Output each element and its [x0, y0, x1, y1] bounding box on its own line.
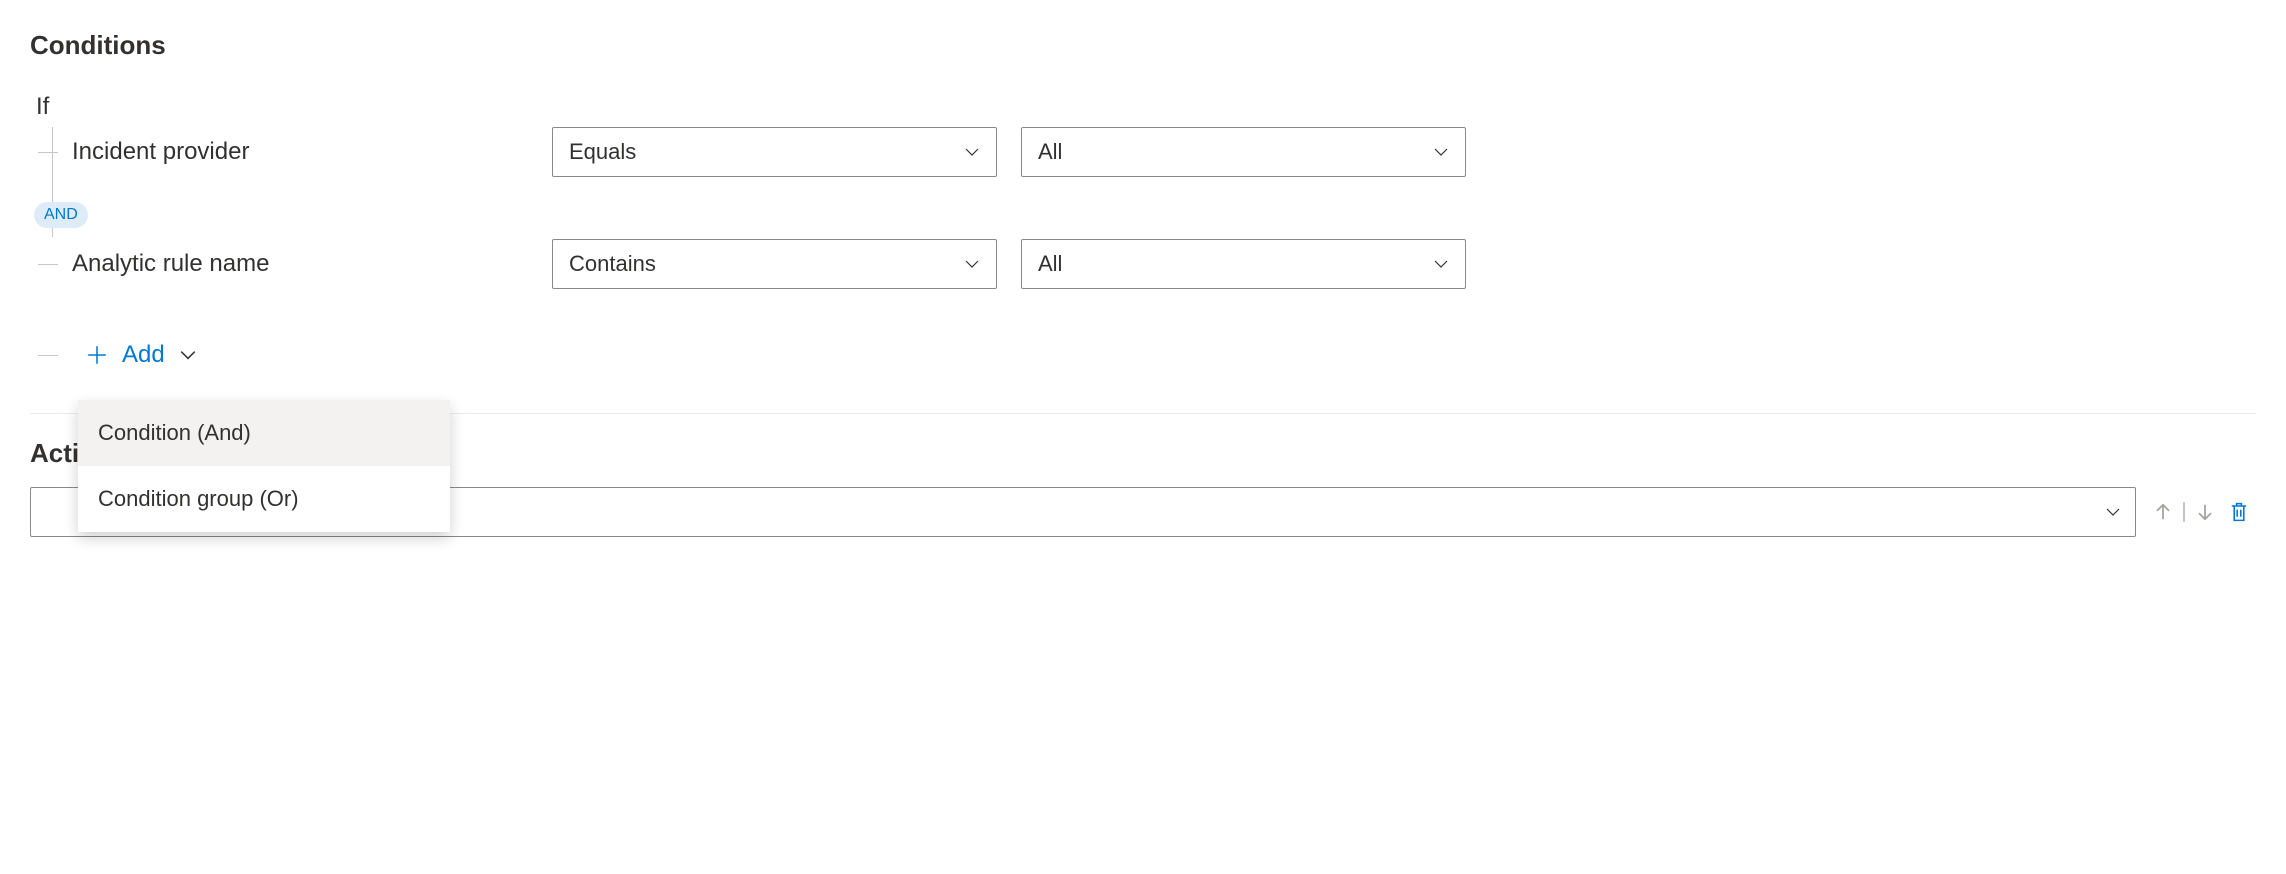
chevron-down-icon	[1433, 256, 1449, 272]
add-menu: Condition (And) Condition group (Or)	[78, 400, 450, 532]
operator-select[interactable]: Contains	[552, 239, 997, 289]
condition-selects: Equals All	[552, 127, 1466, 177]
action-icons	[2146, 495, 2256, 529]
menu-item-condition-and[interactable]: Condition (And)	[78, 400, 450, 466]
chevron-down-icon	[964, 256, 980, 272]
operator-select[interactable]: Equals	[552, 127, 997, 177]
move-up-button[interactable]	[2146, 495, 2180, 529]
operator-value: Contains	[569, 251, 656, 277]
and-badge: AND	[34, 202, 88, 228]
conditions-heading: Conditions	[30, 30, 2256, 61]
add-label: Add	[122, 341, 165, 369]
chevron-down-icon	[2105, 504, 2121, 520]
tree-tick	[38, 152, 58, 153]
move-down-button[interactable]	[2188, 495, 2222, 529]
chevron-down-icon	[1433, 144, 1449, 160]
conditions-block: AND Incident provider Equals All Analyti…	[44, 127, 2256, 369]
chevron-down-icon	[964, 144, 980, 160]
menu-item-condition-group-or[interactable]: Condition group (Or)	[78, 466, 450, 532]
operator-value: Equals	[569, 139, 636, 165]
if-label: If	[36, 93, 2256, 121]
plus-icon	[86, 344, 108, 366]
condition-selects: Contains All	[552, 239, 1466, 289]
value-value: All	[1038, 139, 1062, 165]
delete-button[interactable]	[2222, 495, 2256, 529]
chevron-down-icon	[179, 346, 197, 364]
condition-row: Analytic rule name Contains All	[44, 239, 2256, 289]
value-select[interactable]: All	[1021, 239, 1466, 289]
condition-row: Incident provider Equals All	[44, 127, 2256, 177]
value-value: All	[1038, 251, 1062, 277]
condition-label: Incident provider	[72, 138, 552, 166]
separator-icon	[2180, 495, 2188, 529]
add-row: Add	[44, 341, 2256, 369]
tree-tick	[38, 355, 58, 356]
tree-tick	[38, 264, 58, 265]
add-button[interactable]: Add	[86, 341, 197, 369]
value-select[interactable]: All	[1021, 127, 1466, 177]
condition-label: Analytic rule name	[72, 250, 552, 278]
